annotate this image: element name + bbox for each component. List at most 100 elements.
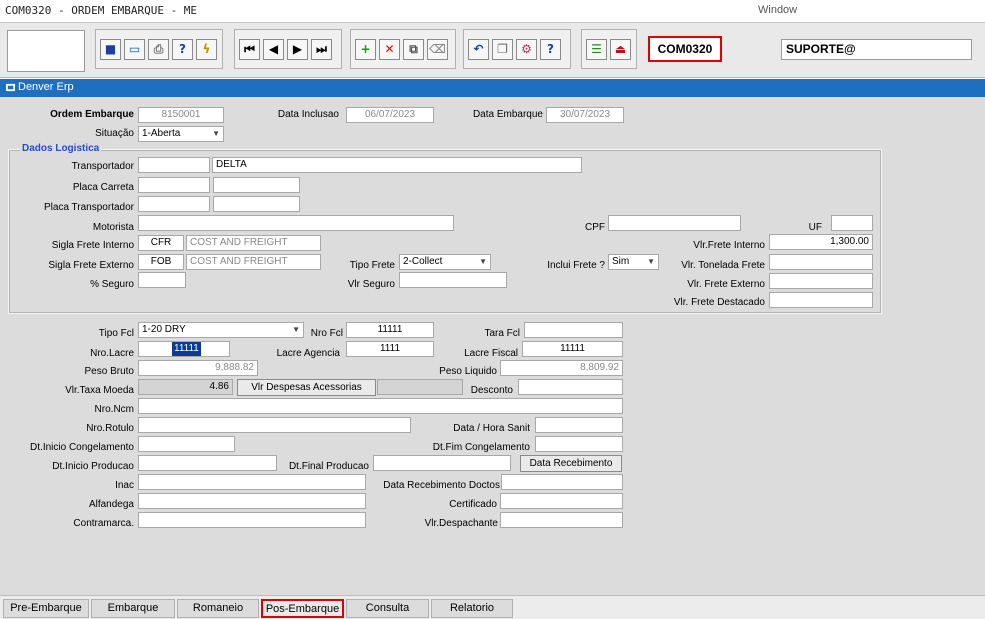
vlr-seguro-field[interactable] [399,272,507,288]
first-record-icon[interactable]: ⏮ [239,38,260,60]
query-help-icon[interactable]: ? [172,38,193,60]
tab-embarque[interactable]: Embarque [91,599,175,618]
chevron-down-icon[interactable]: ▼ [479,255,487,269]
dt-fim-congelamento-field[interactable] [535,436,623,452]
window-menu[interactable]: Window [758,4,797,16]
program-code-badge: COM0320 [648,36,722,62]
inac-label: Inac [115,480,134,491]
tipo-fcl-select[interactable]: 1-20 DRY ▼ [138,322,304,338]
dt-final-producao-field[interactable] [373,455,511,471]
save-icon[interactable]: ■ [100,38,121,60]
transportador-name-field[interactable]: DELTA [212,157,582,173]
data-hora-sanit-field[interactable] [535,417,623,433]
contramarca-label: Contramarca. [73,518,134,529]
motorista-field[interactable] [138,215,454,231]
tara-fcl-field[interactable] [524,322,623,338]
delete-record-icon[interactable]: ✕ [379,38,400,60]
clear-record-icon[interactable]: ⌫ [427,38,448,60]
dt-inicio-producao-field[interactable] [138,455,277,471]
peso-bruto-field[interactable]: 9,888.82 [138,360,258,376]
placa-transportador-label: Placa Transportador [43,202,134,213]
toolbar-group-records: + ✕ ⧉ ⌫ [350,29,456,69]
ordem-embarque-label: Ordem Embarque [50,109,134,120]
vlr-despesas-acessorias-button[interactable]: Vlr Despesas Acessorias [237,379,376,396]
peso-liquido-field[interactable]: 8,809.92 [500,360,623,376]
window-icon[interactable]: ▭ [124,38,145,60]
tab-romaneio[interactable]: Romaneio [177,599,259,618]
vlr-frete-destacado-label: Vlr. Frete Destacado [673,297,765,308]
copy-icon[interactable]: ❐ [492,38,513,60]
data-inclusao-field[interactable]: 06/07/2023 [346,107,434,123]
sigla-frete-interno-code[interactable]: CFR [138,235,184,251]
print-icon[interactable]: ⎙ [148,38,169,60]
uf-label: UF [808,222,822,233]
transportador-code-field[interactable] [138,157,210,173]
sigla-frete-externo-label: Sigla Frete Externo [48,260,134,271]
certificado-field[interactable] [500,493,623,509]
help-icon[interactable]: ? [540,38,561,60]
chevron-down-icon[interactable]: ▼ [647,255,655,269]
peso-bruto-label: Peso Bruto [84,366,134,377]
data-inclusao-label: Data Inclusao [277,109,339,120]
data-recebimento-button[interactable]: Data Recebimento [520,455,622,472]
data-embarque-field[interactable]: 30/07/2023 [546,107,624,123]
insert-record-icon[interactable]: + [355,38,376,60]
exit-icon[interactable]: ⏏ [610,38,631,60]
settings-icon[interactable]: ⚙ [516,38,537,60]
vlr-despachante-label: Vlr.Despachante [424,518,498,529]
ordem-embarque-field[interactable]: 8150001 [138,107,224,123]
desconto-field[interactable] [518,379,623,395]
nro-fcl-field[interactable]: 11111 [346,322,434,338]
next-record-icon[interactable]: ▶ [287,38,308,60]
vlr-frete-destacado-field[interactable] [769,292,873,308]
placa-transportador-field[interactable] [138,196,210,212]
lacre-agencia-field[interactable]: 1111 [346,341,434,357]
situacao-select[interactable]: 1-Aberta ▼ [138,126,224,142]
vlr-despachante-field[interactable] [500,512,623,528]
placa-carreta-field[interactable] [138,177,210,193]
tab-relatorio[interactable]: Relatorio [431,599,513,618]
chevron-down-icon[interactable]: ▼ [212,127,220,141]
undo-icon[interactable]: ↶ [468,38,489,60]
vlr-tonelada-frete-field[interactable] [769,254,873,270]
inac-field[interactable] [138,474,366,490]
nro-rotulo-field[interactable] [138,417,411,433]
alfandega-field[interactable] [138,493,366,509]
sigla-frete-interno-desc: COST AND FREIGHT [186,235,321,251]
logo-box [7,30,85,72]
nro-ncm-field[interactable] [138,398,623,414]
seguro-label: % Seguro [90,279,134,290]
vlr-frete-interno-field[interactable]: 1,300.00 [769,234,873,250]
lacre-fiscal-field[interactable]: 11111 [522,341,623,357]
vlr-taxa-moeda-field[interactable]: 4.86 [138,379,233,395]
vlr-seguro-label: Vlr Seguro [347,279,395,290]
execute-query-icon[interactable]: ϟ [196,38,217,60]
situacao-value: 1-Aberta [142,128,181,139]
data-recebimento-doctos-field[interactable] [501,474,623,490]
nro-rotulo-label: Nro.Rotulo [86,423,134,434]
situacao-label: Situação [95,128,134,139]
contramarca-field[interactable] [138,512,366,528]
placa-transportador-uf-field[interactable] [213,196,300,212]
tab-pos-embarque[interactable]: Pos-Embarque [261,599,344,618]
duplicate-record-icon[interactable]: ⧉ [403,38,424,60]
tab-consulta[interactable]: Consulta [346,599,429,618]
tipo-frete-select[interactable]: 2-Collect ▼ [399,254,491,270]
sigla-frete-externo-code[interactable]: FOB [138,254,184,270]
previous-record-icon[interactable]: ◀ [263,38,284,60]
tipo-frete-label: Tipo Frete [349,260,395,271]
chevron-down-icon[interactable]: ▼ [292,323,300,337]
menu-icon[interactable]: ☰ [586,38,607,60]
data-embarque-label: Data Embarque [472,109,543,120]
cpf-field[interactable] [608,215,741,231]
vlr-frete-externo-field[interactable] [769,273,873,289]
dt-inicio-congelamento-field[interactable] [138,436,235,452]
tab-pre-embarque[interactable]: Pre-Embarque [3,599,89,618]
nro-lacre-field[interactable]: 11111 [138,341,230,357]
placa-carreta-uf-field[interactable] [213,177,300,193]
seguro-field[interactable] [138,272,186,288]
uf-field[interactable] [831,215,873,231]
last-record-icon[interactable]: ⏭ [311,38,332,60]
nro-lacre-label: Nro.Lacre [90,348,134,359]
inclui-frete-select[interactable]: Sim ▼ [608,254,659,270]
